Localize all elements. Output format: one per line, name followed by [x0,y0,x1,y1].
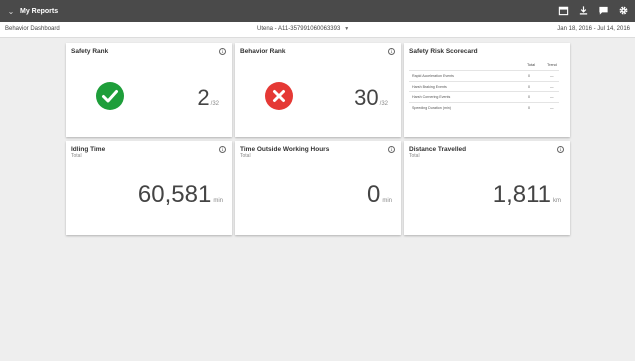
behavior-rank-card: Behavior Rank i 30 /32 [235,43,401,137]
metric-number: 0 [366,181,381,208]
outside-hours-value: 0 min [367,181,392,209]
rank-total: /32 [210,101,219,107]
table-row: Harsh Braking Events 0 — [409,80,559,91]
card-title: Idling Time [71,146,106,153]
info-icon[interactable]: i [219,48,226,55]
info-icon[interactable]: i [388,146,395,153]
table-row: Harsh Cornering Events 0 — [409,91,559,101]
info-icon[interactable]: i [557,146,564,153]
filter-bar: Behavior Dashboard Utena - A11-357991060… [0,22,635,38]
distance-travelled-card: Distance Travelled Total i 1,811 km [404,141,570,235]
idling-time-value: 60,581 min [138,181,223,209]
dropdown-caret-icon: ▼ [344,26,350,32]
info-icon[interactable]: i [388,48,395,55]
vehicle-selector-label: Utena - A11-357991060063393 [257,26,341,32]
metric-unit: min [213,198,223,204]
metric-unit: min [382,198,392,204]
safety-risk-scorecard-card: Safety Risk Scorecard Total Trend Rapid … [404,43,570,137]
column-header-trend: Trend [547,63,557,67]
card-title: Behavior Rank [240,48,286,55]
rank-total: /32 [379,101,388,107]
row-trend: — [550,95,554,99]
row-label: Harsh Cornering Events [412,95,451,99]
info-icon[interactable]: i [219,146,226,153]
toolbar-icons [558,5,629,16]
row-total: 0 [528,84,530,89]
page-title: My Reports [20,7,59,15]
date-range[interactable]: Jan 18, 2016 - Jul 14, 2016 [557,26,630,32]
row-total: 0 [528,74,530,78]
row-label: Speeding Duration (min) [412,105,451,110]
calendar-icon[interactable] [558,5,569,16]
chat-icon[interactable] [598,5,609,16]
dashboard-name: Behavior Dashboard [5,26,60,32]
idling-time-card: Idling Time Total i 60,581 min [66,141,232,235]
row-total: 0 [528,95,530,99]
table-row: Rapid Acceleration Events 0 — [409,70,559,80]
card-title: Safety Rank [71,48,109,55]
card-title: Time Outside Working Hours [240,146,330,153]
card-subtitle: Total [409,153,420,159]
rank-number: 2 [197,85,210,110]
safety-rank-card: Safety Rank i 2 /32 [66,43,232,137]
error-x-icon [265,82,293,110]
row-total: 0 [528,105,530,110]
metric-number: 60,581 [137,181,212,208]
card-title: Distance Travelled [409,146,467,153]
safety-rank-value: 2 /32 [197,85,219,111]
row-trend: — [550,84,554,89]
vehicle-selector[interactable]: Utena - A11-357991060063393 ▼ [257,26,349,32]
card-subtitle: Total [240,153,251,159]
row-label: Rapid Acceleration Events [412,74,454,78]
top-bar: ⌄ My Reports [0,0,635,22]
download-icon[interactable] [578,5,589,16]
table-row: Speeding Duration (min) 0 — [409,101,559,112]
metric-unit: km [553,198,561,204]
card-title: Safety Risk Scorecard [409,48,478,55]
behavior-rank-value: 30 /32 [354,85,388,111]
column-header-total: Total [527,63,536,67]
card-subtitle: Total [71,153,82,159]
row-trend: — [550,105,554,110]
distance-value: 1,811 km [493,181,561,209]
row-trend: — [550,74,554,78]
settings-icon[interactable] [618,5,629,16]
metric-number: 1,811 [492,181,551,208]
checkmark-icon [96,82,124,110]
row-label: Harsh Braking Events [412,84,447,89]
rank-number: 30 [354,85,379,110]
collapse-chevron-icon[interactable]: ⌄ [4,7,18,16]
outside-working-hours-card: Time Outside Working Hours Total i 0 min [235,141,401,235]
